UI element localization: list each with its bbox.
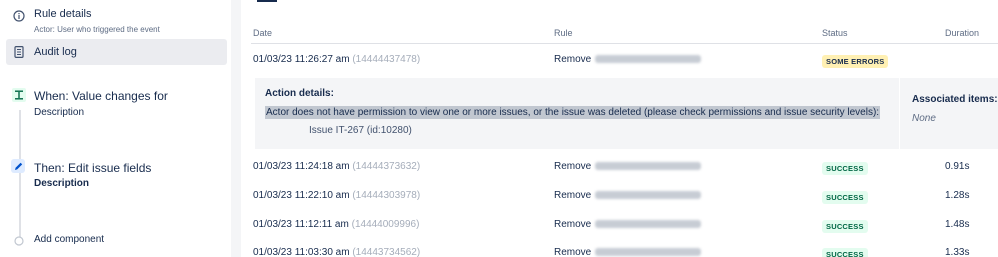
header-duration[interactable]: Duration <box>945 28 979 38</box>
sidebar-divider <box>231 0 241 257</box>
header-status[interactable]: Status <box>822 28 848 38</box>
associated-items-title: Associated items: <box>912 94 998 105</box>
audit-log-label: Audit log <box>34 46 77 58</box>
rule-sidebar: Rule details Actor: User who triggered t… <box>0 0 231 257</box>
redacted-rule-name <box>595 55 702 64</box>
info-icon <box>12 9 26 23</box>
row-duration: 1.33s <box>945 247 970 257</box>
row-id: (14444437478) <box>352 54 421 65</box>
audit-log-page: Rule details Actor: User who triggered t… <box>0 0 998 257</box>
rule-details-item[interactable]: Rule details Actor: User who triggered t… <box>6 6 227 36</box>
status-badge: SUCCESS <box>822 220 868 233</box>
header-divider <box>251 43 998 44</box>
redacted-rule-name <box>595 191 702 200</box>
row-rule: Remove <box>554 190 592 201</box>
row-rule: Remove <box>554 161 592 172</box>
associated-items: Associated items: None <box>899 78 998 149</box>
row-duration: 1.48s <box>945 219 970 230</box>
trigger-step-field: Description <box>34 107 85 118</box>
redacted-rule-name <box>595 248 702 257</box>
row-date: 01/03/23 11:24:18 am <box>253 161 350 172</box>
row-rule: Remove <box>554 247 592 257</box>
row-rule: Remove <box>554 54 592 65</box>
action-details-message: Actor does not have permission to view o… <box>265 106 881 119</box>
row-rule: Remove <box>554 219 592 230</box>
action-step-title: Then: Edit issue fields <box>34 161 152 175</box>
trigger-step-title: When: Value changes for <box>34 89 168 103</box>
circle-icon <box>12 234 26 248</box>
issue-link[interactable]: Issue IT-267 (id:10280) <box>309 125 412 136</box>
redacted-rule-name <box>595 220 702 229</box>
heading-fragment <box>257 0 277 2</box>
row-date: 01/03/23 11:22:10 am <box>253 190 350 201</box>
audit-log-item[interactable]: Audit log <box>6 39 227 65</box>
row-date: 01/03/23 11:26:27 am <box>253 54 350 65</box>
row-id: (14443734562) <box>352 247 421 257</box>
pencil-icon <box>11 159 25 173</box>
add-component-item[interactable]: Add component <box>6 232 227 250</box>
redacted-rule-name <box>595 162 702 171</box>
action-details-title: Action details: <box>265 88 334 99</box>
row-date: 01/03/23 11:12:11 am <box>253 219 349 230</box>
rule-details-title: Rule details <box>34 8 92 20</box>
row-id: (14444303978) <box>352 190 421 201</box>
row-date: 01/03/23 11:03:30 am <box>253 247 350 257</box>
row-duration: 0.91s <box>945 161 970 172</box>
status-badge: SUCCESS <box>822 191 868 204</box>
row-duration: 1.28s <box>945 190 970 201</box>
document-icon <box>12 45 26 59</box>
trigger-icon <box>12 88 26 102</box>
status-badge: SOME ERRORS <box>822 55 889 68</box>
trigger-step[interactable]: When: Value changes for Description <box>6 88 227 122</box>
rule-details-actor: Actor: User who triggered the event <box>34 25 160 34</box>
row-id: (14444373632) <box>352 161 421 172</box>
action-step[interactable]: Then: Edit issue fields Description <box>6 159 227 193</box>
associated-items-value: None <box>912 113 936 124</box>
audit-log-table: Date Rule Status Duration 01/03/23 11:26… <box>241 0 998 257</box>
status-badge: SUCCESS <box>822 162 868 175</box>
action-details-panel: Action details: Actor does not have perm… <box>255 78 998 149</box>
status-badge: SUCCESS <box>822 248 868 257</box>
add-component-label: Add component <box>34 234 105 245</box>
row-id: (14444009996) <box>351 219 420 230</box>
header-rule[interactable]: Rule <box>554 28 573 38</box>
action-step-field: Description <box>34 178 90 189</box>
header-date[interactable]: Date <box>253 28 272 38</box>
